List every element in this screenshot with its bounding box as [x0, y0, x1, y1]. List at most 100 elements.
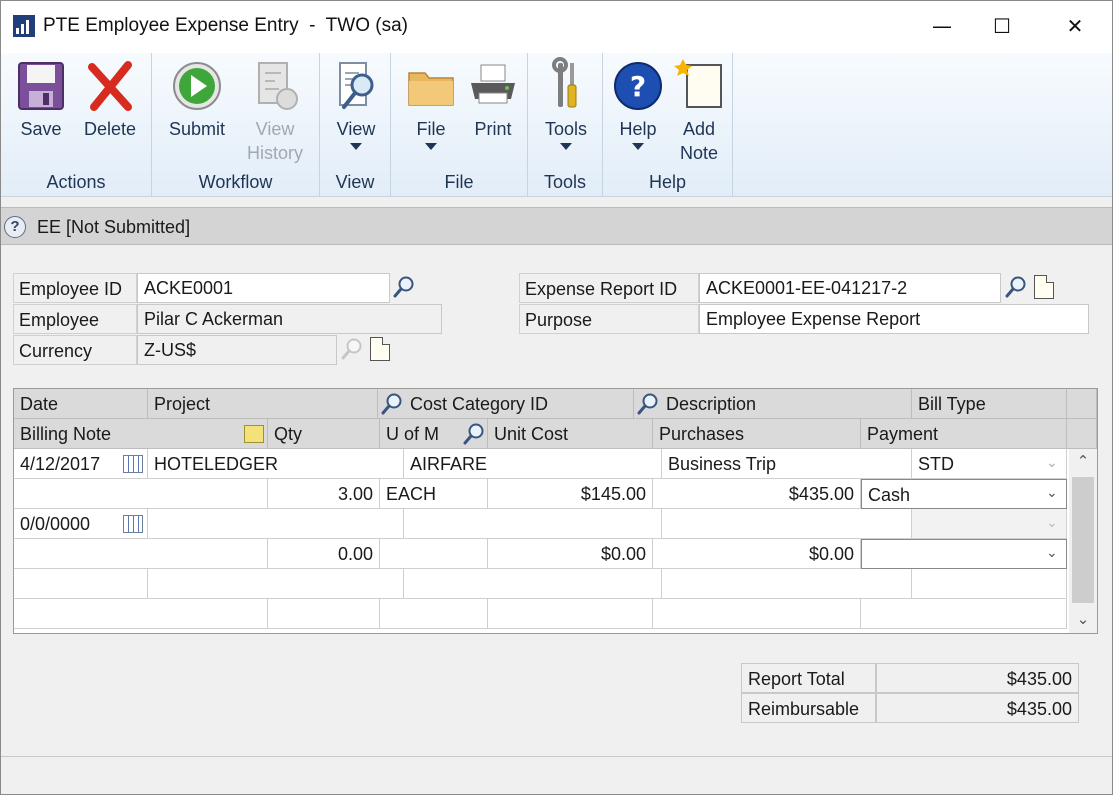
col-header-unit-cost[interactable]: Unit Cost — [488, 419, 653, 449]
u-of-m-lookup-icon[interactable] — [462, 422, 486, 446]
cost-category-lookup-icon[interactable] — [636, 392, 660, 416]
expense-report-lookup-icon[interactable] — [1004, 275, 1028, 299]
cell-unit-cost[interactable]: $145.00 — [488, 479, 653, 509]
col-header-date[interactable]: Date — [14, 389, 148, 419]
scroll-up-icon[interactable]: ⌃ — [1069, 449, 1097, 473]
cell-empty[interactable] — [662, 569, 912, 599]
col-header-purchases[interactable]: Purchases — [653, 419, 861, 449]
ribbon-group-file: File Print File — [391, 53, 528, 197]
employee-name-field: Pilar C Ackerman — [137, 304, 442, 334]
file-menu-button[interactable]: File — [401, 57, 461, 150]
cell-empty[interactable] — [268, 599, 380, 629]
cell-empty[interactable] — [912, 569, 1067, 599]
employee-lookup-icon[interactable] — [392, 275, 416, 299]
scroll-thumb[interactable] — [1072, 477, 1094, 603]
cell-empty[interactable] — [14, 599, 268, 629]
cell-description[interactable] — [662, 509, 912, 539]
calendar-icon[interactable] — [123, 455, 143, 473]
ribbon-group-workflow: Submit View History Workflow — [152, 53, 320, 197]
window-footer-divider — [1, 756, 1112, 757]
cell-billing-note[interactable] — [14, 539, 268, 569]
cell-billing-note[interactable] — [14, 479, 268, 509]
expense-report-note-icon[interactable] — [1034, 275, 1054, 299]
view-history-button[interactable]: View History — [240, 57, 310, 165]
submit-button[interactable]: Submit — [162, 57, 232, 141]
submit-label: Submit — [168, 119, 226, 139]
history-icon — [249, 57, 301, 115]
col-header-cost-category-id[interactable]: Cost Category ID — [378, 389, 634, 419]
currency-note-icon[interactable] — [370, 337, 390, 361]
chevron-down-icon[interactable]: ⌄ — [1046, 545, 1058, 561]
document-status-text: EE [Not Submitted] — [37, 217, 191, 237]
cell-empty[interactable] — [653, 599, 861, 629]
cell-empty[interactable] — [148, 569, 404, 599]
col-header-project[interactable]: Project — [148, 389, 378, 419]
cell-empty[interactable] — [380, 599, 488, 629]
help-question-icon: ? — [612, 57, 664, 115]
chevron-down-icon[interactable]: ⌄ — [1046, 455, 1058, 471]
ribbon-toolbar: Save Delete Actions Submit View History … — [1, 53, 1112, 197]
cell-qty[interactable]: 0.00 — [268, 539, 380, 569]
purpose-field[interactable]: Employee Expense Report — [699, 304, 1089, 334]
cell-purchases[interactable]: $0.00 — [653, 539, 861, 569]
group-label-help: Help — [648, 172, 687, 192]
cell-u-of-m[interactable]: EACH — [380, 479, 488, 509]
cell-project[interactable]: HOTELEDGER — [148, 449, 404, 479]
cell-payment[interactable] — [861, 539, 1067, 569]
chevron-down-icon[interactable]: ⌄ — [1046, 515, 1058, 531]
help-label: Help — [619, 119, 657, 139]
cell-cost-category[interactable] — [404, 509, 662, 539]
cell-qty[interactable]: 3.00 — [268, 479, 380, 509]
calendar-icon[interactable] — [123, 515, 143, 533]
expense-report-id-field[interactable]: ACKE0001-EE-041217-2 — [699, 273, 1001, 303]
cell-cost-category[interactable]: AIRFARE — [404, 449, 662, 479]
add-note-button[interactable]: Add Note — [669, 57, 729, 165]
minimize-button[interactable]: — — [912, 1, 972, 51]
project-lookup-icon[interactable] — [380, 392, 404, 416]
printer-icon — [467, 57, 519, 115]
grid-vertical-scrollbar[interactable]: ⌃ ⌄ — [1069, 449, 1097, 633]
cell-project[interactable] — [148, 509, 404, 539]
cell-empty[interactable] — [488, 599, 653, 629]
delete-button[interactable]: Delete — [77, 57, 143, 141]
cell-description[interactable]: Business Trip — [662, 449, 912, 479]
col-header-billing-note[interactable]: Billing Note — [14, 419, 268, 449]
help-icon[interactable]: ? — [4, 216, 26, 238]
tools-menu-button[interactable]: Tools — [536, 57, 596, 150]
billing-note-icon[interactable] — [244, 425, 264, 443]
grid-header-corner-2 — [1067, 419, 1097, 449]
cell-empty[interactable] — [404, 569, 662, 599]
magnifier-page-icon — [330, 57, 382, 115]
cell-payment[interactable]: Cash — [861, 479, 1067, 509]
cell-bill-type[interactable]: STD — [912, 449, 1067, 479]
ribbon-group-help: ? Help Add Note Help — [603, 53, 733, 197]
cell-empty[interactable] — [14, 569, 148, 599]
col-header-description[interactable]: Description — [634, 389, 912, 419]
col-header-payment[interactable]: Payment — [861, 419, 1067, 449]
expense-entry-window: PTE Employee Expense Entry - TWO (sa) — … — [0, 0, 1113, 795]
view-menu-button[interactable]: View — [328, 57, 384, 150]
help-menu-button[interactable]: ? Help — [609, 57, 667, 150]
chevron-down-icon — [425, 143, 437, 150]
col-header-bill-type[interactable]: Bill Type — [912, 389, 1067, 419]
col-header-qty[interactable]: Qty — [268, 419, 380, 449]
cell-empty[interactable] — [861, 599, 1067, 629]
save-button[interactable]: Save — [11, 57, 71, 141]
title-bar: PTE Employee Expense Entry - TWO (sa) — … — [1, 1, 1112, 53]
scroll-down-icon[interactable]: ⌄ — [1069, 607, 1097, 631]
app-icon — [13, 15, 35, 37]
employee-id-field[interactable]: ACKE0001 — [137, 273, 390, 303]
cell-bill-type[interactable] — [912, 509, 1067, 539]
reimbursable-label: Reimbursable — [741, 693, 876, 723]
cell-u-of-m[interactable] — [380, 539, 488, 569]
wrench-screwdriver-icon — [540, 57, 592, 115]
chevron-down-icon — [350, 143, 362, 150]
close-button[interactable]: ✕ — [1045, 1, 1105, 51]
print-button[interactable]: Print — [463, 57, 523, 141]
cell-purchases[interactable]: $435.00 — [653, 479, 861, 509]
maximize-button[interactable]: ☐ — [972, 1, 1032, 51]
cell-unit-cost[interactable]: $0.00 — [488, 539, 653, 569]
chevron-down-icon — [632, 143, 644, 150]
chevron-down-icon[interactable]: ⌄ — [1046, 485, 1058, 501]
expense-report-id-label: Expense Report ID — [519, 273, 699, 303]
